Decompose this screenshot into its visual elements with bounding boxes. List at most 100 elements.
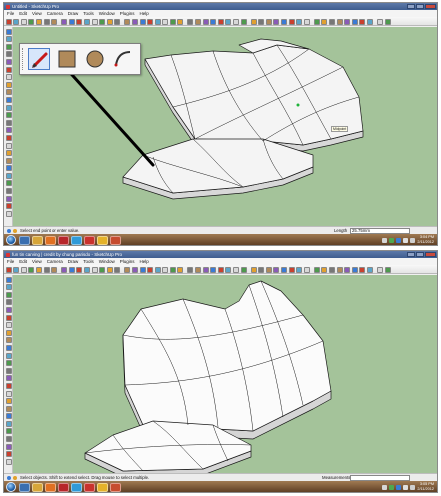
toolbar-button[interactable] [265,18,272,25]
palette-tool-button[interactable] [5,352,12,359]
toolbar-button[interactable] [351,18,358,25]
palette-tool-button[interactable] [5,172,12,179]
taskbar-app-icon[interactable] [84,235,95,245]
menu-file[interactable]: File [7,11,14,16]
palette-tool-button[interactable] [5,43,12,50]
volume-icon[interactable] [410,484,415,490]
tray-icon[interactable] [389,484,394,490]
palette-tool-button[interactable] [5,142,12,149]
menu-tools[interactable]: Tools [83,11,94,16]
tray-icon[interactable] [382,237,387,243]
toolbar-button[interactable] [376,266,383,273]
toolbar-button[interactable] [43,266,50,273]
menu-help[interactable]: Help [140,259,149,264]
circle-icon[interactable] [84,48,106,70]
taskbar-chrome-icon[interactable] [97,235,108,245]
toolbar-button[interactable] [99,18,106,25]
toolbar-button[interactable] [366,266,373,273]
palette-tool-button[interactable] [5,74,12,81]
menu-view[interactable]: View [32,259,42,264]
palette-tool-button[interactable] [5,58,12,65]
palette-tool-button[interactable] [5,28,12,35]
taskbar-folder-icon[interactable] [32,235,43,245]
toolbar-button[interactable] [336,266,343,273]
toolbar-button[interactable] [114,266,121,273]
toolbar-button[interactable] [139,18,146,25]
palette-tool-button[interactable] [5,81,12,88]
toolbar-button[interactable] [281,266,287,273]
toolbar-button[interactable] [91,266,98,273]
palette-tool-button[interactable] [5,127,12,134]
toolbar-grip[interactable] [22,48,24,70]
toolbar-button[interactable] [169,266,176,273]
palette-tool-button[interactable] [5,180,12,187]
palette-tool-button[interactable] [5,150,12,157]
toolbar-button[interactable] [351,266,358,273]
menu-edit[interactable]: Edit [19,259,27,264]
measurement-box[interactable] [350,475,410,481]
toolbar-button[interactable] [240,18,247,25]
palette-tool-button[interactable] [5,428,12,435]
palette-tool-button[interactable] [5,89,12,96]
toolbar-button[interactable] [321,266,328,273]
toolbar-button[interactable] [313,266,320,273]
palette-tool-button[interactable] [5,413,12,420]
toolbar-button[interactable] [61,18,68,25]
toolbar-button[interactable] [5,18,12,25]
toolbar-button[interactable] [83,266,90,273]
toolbar-button[interactable] [51,18,58,25]
toolbar-button[interactable] [273,266,280,273]
taskbar-sketchup-icon[interactable] [110,235,121,245]
palette-tool-button[interactable] [5,66,12,73]
toolbar-button[interactable] [258,266,265,273]
toolbar-button[interactable] [177,18,184,25]
menu-draw[interactable]: Draw [68,259,79,264]
palette-tool-button[interactable] [5,322,12,329]
toolbar-button[interactable] [210,18,217,25]
palette-tool-button[interactable] [5,405,12,412]
measurement-box[interactable]: 25.75mm [350,228,410,234]
toolbar-button[interactable] [35,266,42,273]
palette-tool-button[interactable] [5,337,12,344]
toolbar-button[interactable] [296,18,303,25]
palette-tool-button[interactable] [5,119,12,126]
toolbar-button[interactable] [303,266,310,273]
menu-plugins[interactable]: Plugins [120,11,135,16]
toolbar-button[interactable] [250,18,257,25]
palette-tool-button[interactable] [5,398,12,405]
toolbar-button[interactable] [250,266,257,273]
toolbar-button[interactable] [195,18,202,25]
toolbar-button[interactable] [202,18,209,25]
taskbar-folder-icon[interactable] [32,482,43,492]
toolbar-button[interactable] [28,18,35,25]
taskbar-chrome-icon[interactable] [97,482,108,492]
toolbar-button[interactable] [233,266,240,273]
palette-tool-button[interactable] [5,96,12,103]
menu-file[interactable]: File [7,259,14,264]
toolbar-button[interactable] [147,266,154,273]
toolbar-button[interactable] [177,266,184,273]
toolbar-button[interactable] [169,18,176,25]
toolbar-button[interactable] [187,18,194,25]
palette-tool-button[interactable] [5,436,12,443]
taskbar-app-icon[interactable] [84,482,95,492]
toolbar-button[interactable] [13,18,20,25]
tray-icon[interactable] [382,484,387,490]
taskbar-ie-icon[interactable] [19,235,30,245]
toolbar-button[interactable] [83,18,90,25]
network-icon[interactable] [403,484,408,490]
menu-view[interactable]: View [32,11,42,16]
palette-tool-button[interactable] [5,36,12,43]
taskbar-clock[interactable]: 3:05 PM 2/11/2012 [417,482,434,492]
line-pencil-icon[interactable] [28,48,50,70]
maximize-button[interactable] [416,252,424,257]
toolbar-button[interactable] [154,266,161,273]
toolbar-button[interactable] [273,18,280,25]
taskbar-clock[interactable]: 3:04 PM 2/11/2012 [417,235,434,245]
palette-tool-button[interactable] [5,360,12,367]
palette-tool-button[interactable] [5,344,12,351]
toolbar-button[interactable] [124,266,131,273]
toolbar-button[interactable] [225,266,232,273]
toolbar-button[interactable] [187,266,194,273]
menu-camera[interactable]: Camera [47,11,63,16]
